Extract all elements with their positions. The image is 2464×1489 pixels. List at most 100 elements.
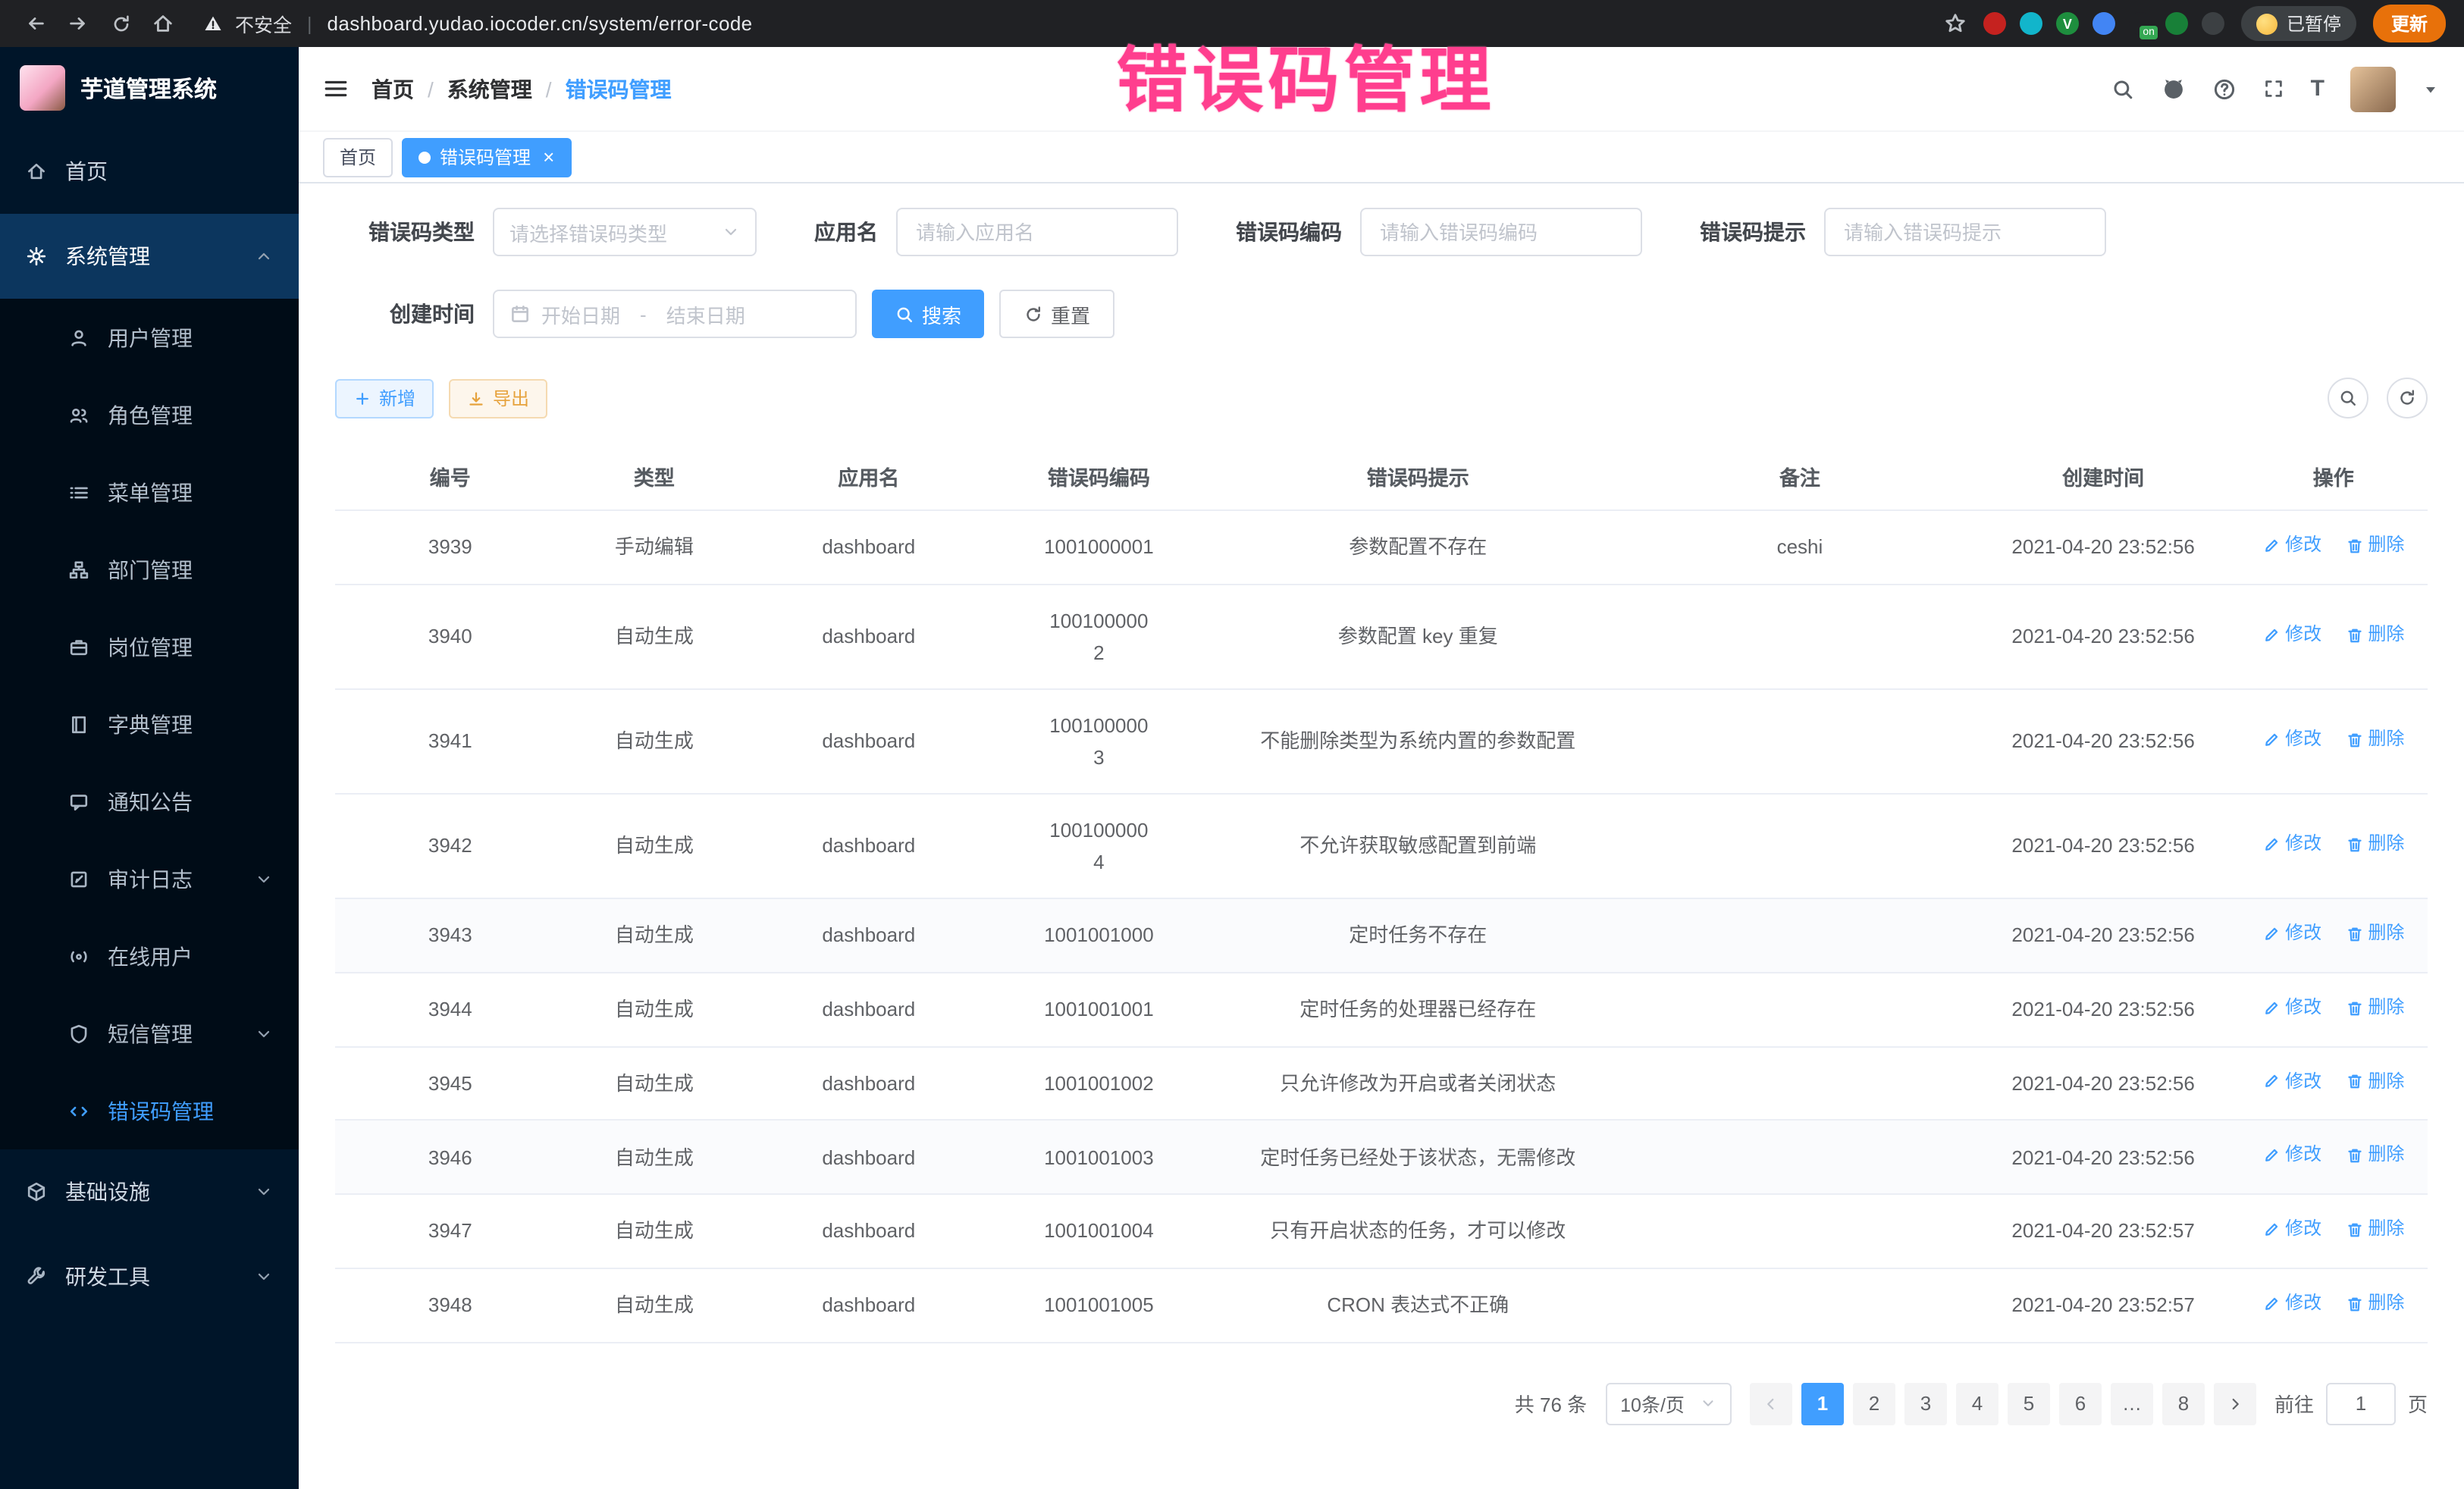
error-hint-input[interactable] — [1824, 208, 2106, 256]
delete-link[interactable]: 删除 — [2345, 1067, 2404, 1096]
delete-link[interactable]: 删除 — [2345, 1215, 2404, 1244]
cell-remark — [1632, 973, 1967, 1047]
edit-link[interactable]: 修改 — [2262, 725, 2321, 754]
extension-icon-1[interactable] — [1983, 12, 2006, 35]
page-button-2[interactable]: 2 — [1853, 1382, 1895, 1425]
sidebar-item-9[interactable]: 审计日志 — [0, 840, 299, 917]
page-size-label: 10条/页 — [1620, 1389, 1685, 1418]
delete-link[interactable]: 删除 — [2345, 1289, 2404, 1318]
tab-error-code[interactable]: 错误码管理 × — [402, 137, 571, 177]
page-size-select[interactable]: 10条/页 — [1605, 1382, 1732, 1425]
page-button-5[interactable]: 5 — [2008, 1382, 2050, 1425]
edit-link[interactable]: 修改 — [2262, 919, 2321, 948]
cell-code: 1001001003 — [994, 1121, 1203, 1195]
sidebar-item-10[interactable]: 在线用户 — [0, 917, 299, 995]
caret-down-icon[interactable] — [2422, 80, 2440, 98]
user-avatar[interactable] — [2350, 66, 2396, 111]
extension-icon-5[interactable]: on — [2129, 12, 2152, 35]
extension-icon-3[interactable]: V — [2056, 12, 2079, 35]
extension-icon-4[interactable] — [2093, 12, 2115, 35]
logo-image — [20, 65, 65, 111]
help-icon[interactable] — [2212, 77, 2237, 101]
error-type-select[interactable]: 请选择错误码类型 — [493, 208, 757, 256]
address-bar[interactable]: 不安全 | dashboard.yudao.iocoder.cn/system/… — [203, 9, 753, 38]
tab-home[interactable]: 首页 — [323, 137, 393, 177]
breadcrumb-system[interactable]: 系统管理 — [447, 74, 532, 104]
edit-link[interactable]: 修改 — [2262, 829, 2321, 859]
toggle-search-button[interactable] — [2328, 378, 2368, 418]
edit-icon — [2262, 730, 2281, 748]
sidebar-item-7[interactable]: 字典管理 — [0, 685, 299, 763]
page-button-1[interactable]: 1 — [1801, 1382, 1844, 1425]
search-icon[interactable] — [2111, 77, 2135, 101]
table-row: 3942 自动生成 dashboard 1001000004 不允许获取敏感配置… — [335, 794, 2428, 898]
back-icon[interactable] — [18, 6, 53, 41]
bookmark-star-icon[interactable] — [1944, 12, 1967, 35]
sidebar-item-5[interactable]: 部门管理 — [0, 531, 299, 608]
hamburger-icon[interactable] — [323, 76, 349, 102]
delete-link[interactable]: 删除 — [2345, 620, 2404, 650]
sidebar-item-12[interactable]: 错误码管理 — [0, 1072, 299, 1149]
paused-badge[interactable]: 已暂停 — [2241, 6, 2356, 41]
sidebar-item-14[interactable]: 研发工具 — [0, 1234, 299, 1319]
delete-link[interactable]: 删除 — [2345, 919, 2404, 948]
update-button[interactable]: 更新 — [2373, 5, 2446, 42]
sidebar-item-2[interactable]: 用户管理 — [0, 299, 299, 376]
add-button[interactable]: 新增 — [335, 378, 434, 418]
sidebar-item-1[interactable]: 系统管理 — [0, 214, 299, 299]
page-button-4[interactable]: 4 — [1956, 1382, 1998, 1425]
export-button[interactable]: 导出 — [449, 378, 547, 418]
goto-page-input[interactable] — [2326, 1382, 2396, 1425]
breadcrumb: 首页 / 系统管理 / 错误码管理 — [371, 74, 672, 104]
extension-icon-6[interactable] — [2165, 12, 2188, 35]
edit-link[interactable]: 修改 — [2262, 1067, 2321, 1096]
reset-button[interactable]: 重置 — [999, 290, 1114, 338]
prev-page-button[interactable] — [1750, 1382, 1792, 1425]
home-icon[interactable] — [146, 6, 180, 41]
app-name-input[interactable] — [896, 208, 1178, 256]
sidebar-item-6[interactable]: 岗位管理 — [0, 608, 299, 685]
chevron-down-icon — [1700, 1395, 1716, 1412]
error-code-input[interactable] — [1360, 208, 1642, 256]
page-button-8[interactable]: 8 — [2162, 1382, 2205, 1425]
breadcrumb-home[interactable]: 首页 — [371, 74, 414, 104]
delete-link[interactable]: 删除 — [2345, 725, 2404, 754]
edit-link[interactable]: 修改 — [2262, 1289, 2321, 1318]
extension-icon-7[interactable] — [2202, 12, 2224, 35]
sidebar-item-13[interactable]: 基础设施 — [0, 1149, 299, 1234]
delete-link[interactable]: 删除 — [2345, 993, 2404, 1023]
edit-link[interactable]: 修改 — [2262, 1141, 2321, 1171]
page-button-3[interactable]: 3 — [1904, 1382, 1947, 1425]
edit-link[interactable]: 修改 — [2262, 620, 2321, 650]
edit-link[interactable]: 修改 — [2262, 1215, 2321, 1244]
address-divider: | — [307, 13, 312, 34]
sidebar-item-label: 用户管理 — [108, 322, 193, 353]
forward-icon[interactable] — [61, 6, 96, 41]
close-icon[interactable]: × — [543, 147, 554, 167]
sidebar-item-3[interactable]: 角色管理 — [0, 376, 299, 453]
page-button-6[interactable]: 6 — [2059, 1382, 2102, 1425]
date-range-picker[interactable]: 开始日期 - 结束日期 — [493, 290, 857, 338]
sidebar-item-11[interactable]: 短信管理 — [0, 995, 299, 1072]
app-logo[interactable]: 芋道管理系统 — [0, 47, 299, 129]
edit-link[interactable]: 修改 — [2262, 531, 2321, 560]
page-button-…[interactable]: … — [2111, 1382, 2153, 1425]
delete-link[interactable]: 删除 — [2345, 829, 2404, 859]
delete-link[interactable]: 删除 — [2345, 531, 2404, 560]
refresh-table-button[interactable] — [2387, 378, 2428, 418]
end-date-placeholder: 结束日期 — [666, 299, 745, 328]
fullscreen-icon[interactable] — [2262, 77, 2285, 100]
cell-actions: 修改 删除 — [2240, 1121, 2428, 1195]
next-page-button[interactable] — [2214, 1382, 2256, 1425]
edit-link[interactable]: 修改 — [2262, 993, 2321, 1023]
extension-icon-2[interactable] — [2020, 12, 2042, 35]
search-button[interactable]: 搜索 — [872, 290, 984, 338]
breadcrumb-separator: / — [546, 77, 552, 101]
github-icon[interactable] — [2161, 76, 2187, 102]
sidebar-item-8[interactable]: 通知公告 — [0, 763, 299, 840]
sidebar-item-4[interactable]: 菜单管理 — [0, 453, 299, 531]
delete-link[interactable]: 删除 — [2345, 1141, 2404, 1171]
sidebar-item-0[interactable]: 首页 — [0, 129, 299, 214]
reload-icon[interactable] — [103, 6, 138, 41]
font-size-icon[interactable]: T — [2311, 76, 2324, 102]
